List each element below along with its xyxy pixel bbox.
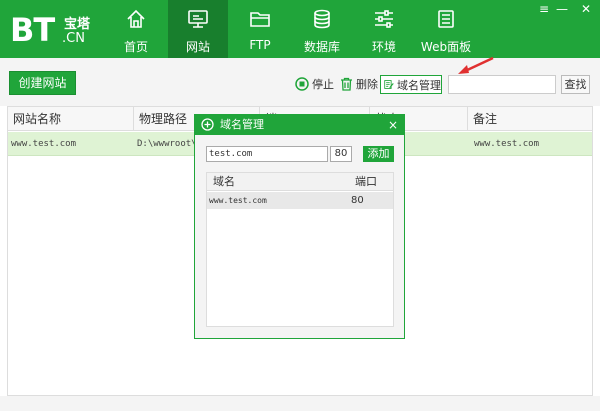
database-icon — [314, 9, 330, 29]
column-header-note[interactable]: 备注 — [468, 107, 592, 131]
header-bar: BT 宝塔 .CN 首页 网站 FTP 数据库 环境 Web面板 ≡ — ✕ — [0, 0, 600, 58]
nav-label-web-panel: Web面板 — [420, 40, 472, 54]
trash-icon — [341, 77, 352, 91]
close-window-button[interactable]: ✕ — [578, 2, 594, 16]
nav-item-database[interactable]: 数据库 — [292, 0, 352, 58]
domain-list: 域名 端口 www.test.com 80 — [206, 172, 394, 327]
nav-item-ftp[interactable]: FTP — [230, 0, 290, 58]
delete-button[interactable]: 删除 — [340, 76, 378, 92]
cell-note: www.test.com — [474, 139, 540, 149]
folder-icon — [250, 12, 270, 27]
minimize-button[interactable]: — — [554, 2, 570, 16]
edit-document-icon — [384, 80, 394, 89]
logo-cn-top: 宝塔 — [64, 17, 91, 32]
dialog-close-button[interactable]: × — [388, 115, 398, 135]
list-item[interactable]: www.test.com 80 — [207, 192, 393, 209]
list-item-domain: www.test.com — [209, 196, 267, 205]
menu-button[interactable]: ≡ — [536, 2, 552, 16]
domain-input[interactable]: test.com — [206, 146, 328, 162]
nav-label-website: 网站 — [185, 40, 210, 54]
nav-item-home[interactable]: 首页 — [106, 0, 166, 58]
list-item-port: 80 — [351, 195, 364, 206]
home-icon — [127, 9, 145, 28]
stop-label: 停止 — [312, 78, 334, 91]
annotation-arrow-icon — [458, 56, 494, 74]
nav-item-web-panel[interactable]: Web面板 — [416, 0, 476, 58]
domain-manage-button[interactable]: 域名管理 — [380, 75, 442, 94]
logo-cn-bottom: .CN — [62, 31, 85, 46]
status-bar — [0, 396, 600, 411]
column-header-name[interactable]: 网站名称 — [8, 107, 134, 131]
sliders-icon — [375, 10, 393, 28]
nav-item-website[interactable]: 网站 — [168, 0, 228, 58]
plus-circle-icon — [201, 118, 214, 131]
list-panel-icon — [438, 10, 454, 28]
search-input[interactable] — [448, 75, 556, 94]
monitor-icon — [188, 10, 208, 28]
dialog-title: 域名管理 — [220, 118, 264, 131]
cell-name: www.test.com — [11, 139, 77, 149]
domain-list-header: 域名 端口 — [207, 173, 393, 191]
domain-manage-dialog: 域名管理 × test.com 80 添加 域名 端口 www.test.com… — [194, 114, 405, 339]
nav-label-database: 数据库 — [303, 40, 340, 54]
stop-icon — [295, 77, 309, 91]
nav-label-home: 首页 — [123, 40, 148, 54]
domain-manage-label: 域名管理 — [397, 78, 441, 92]
list-header-port: 端口 — [355, 175, 377, 188]
toolbar: 创建网站 停止 删除 域名管理 查找 — [0, 58, 600, 106]
nav-label-environment: 环境 — [371, 40, 396, 54]
dialog-title-bar: 域名管理 × — [195, 115, 404, 135]
nav-item-environment[interactable]: 环境 — [354, 0, 414, 58]
add-domain-button[interactable]: 添加 — [363, 146, 394, 162]
create-website-button[interactable]: 创建网站 — [9, 71, 76, 95]
stop-button[interactable]: 停止 — [295, 76, 334, 92]
nav-label-ftp: FTP — [249, 38, 271, 52]
list-header-domain: 域名 — [213, 175, 235, 188]
port-input[interactable]: 80 — [330, 146, 352, 162]
logo-bt: BT — [10, 11, 55, 49]
delete-label: 删除 — [356, 78, 378, 91]
search-button[interactable]: 查找 — [561, 75, 590, 94]
